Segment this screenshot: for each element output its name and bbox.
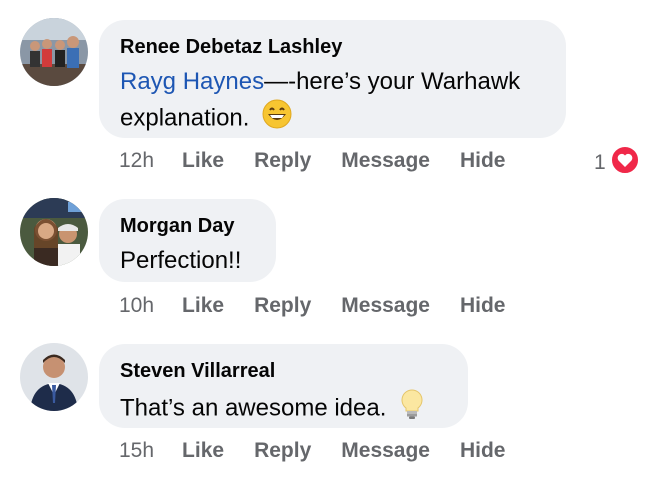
reply-button[interactable]: Reply [254,294,311,318]
message-button[interactable]: Message [341,149,430,173]
comment-actions: 12h Like Reply Message Hide [119,149,536,173]
mention-link[interactable]: Rayg Haynes [120,68,264,95]
avatar[interactable] [20,198,88,266]
comment-text-part: That’s an awesome idea. [120,394,387,422]
comment-author[interactable]: Renee Debetaz Lashley [120,36,545,58]
message-button[interactable]: Message [341,294,430,318]
hide-button[interactable]: Hide [460,439,506,463]
comment-text: Rayg Haynes—-here’s your Warhawk explana… [120,64,545,139]
comment-author[interactable]: Steven Villarreal [120,360,447,382]
message-button[interactable]: Message [341,439,430,463]
heart-reaction-icon [609,145,640,181]
comment-bubble: Morgan Day Perfection!! [99,199,276,282]
avatar-photo [20,18,88,86]
hide-button[interactable]: Hide [460,149,506,173]
avatar-photo [20,198,88,266]
grinning-face-icon [262,99,292,139]
like-button[interactable]: Like [182,294,224,318]
like-button[interactable]: Like [182,149,224,173]
comment-timestamp[interactable]: 12h [119,149,154,173]
comment-timestamp[interactable]: 10h [119,294,154,318]
comment-actions: 10h Like Reply Message Hide [119,294,536,318]
comment-text-part: —-here’s your Warhawk [264,68,521,95]
avatar-photo [20,343,88,411]
comment-timestamp[interactable]: 15h [119,439,154,463]
comment-text: That’s an awesome idea. [120,388,447,430]
comment-author[interactable]: Morgan Day [120,215,255,237]
comment-actions: 15h Like Reply Message Hide [119,439,536,463]
hide-button[interactable]: Hide [460,294,506,318]
reply-button[interactable]: Reply [254,439,311,463]
reply-button[interactable]: Reply [254,149,311,173]
reaction-count: 1 [594,151,606,174]
lightbulb-icon [399,388,425,430]
like-button[interactable]: Like [182,439,224,463]
reaction-summary[interactable]: 1 [594,145,640,181]
comment-bubble: Steven Villarreal That’s an awesome idea… [99,344,468,428]
avatar[interactable] [20,343,88,411]
avatar[interactable] [20,18,88,86]
comment-text: Perfection!! [120,247,242,274]
comment-bubble: Renee Debetaz Lashley Rayg Haynes—-here’… [99,20,566,138]
comment-text-part: explanation. [120,104,250,132]
